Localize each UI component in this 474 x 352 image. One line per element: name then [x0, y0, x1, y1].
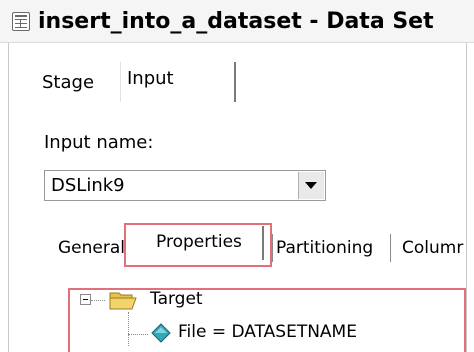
tab-input[interactable]: Input: [120, 62, 236, 102]
sub-tabs: General Properties Partitioning Columr: [0, 220, 474, 270]
window-right-border: [466, 0, 467, 352]
tree-connector: [128, 334, 148, 335]
tab-input-label: Input: [127, 68, 174, 89]
tab-divider: [272, 234, 273, 262]
tree-node-target[interactable]: Target: [150, 289, 203, 309]
tree-node-file[interactable]: File = DATASETNAME: [178, 322, 357, 342]
chevron-down-icon: [305, 182, 317, 189]
tree-connector: [91, 300, 105, 301]
input-name-value: DSLink9: [51, 175, 125, 196]
property-diamond-icon: [151, 323, 171, 343]
tab-partitioning[interactable]: Partitioning: [276, 238, 373, 258]
dropdown-button[interactable]: [298, 172, 324, 199]
folder-open-icon: [109, 292, 137, 310]
window-left-border: [8, 0, 9, 352]
tree-connector: [128, 312, 129, 346]
dataset-stage-icon: [12, 11, 30, 31]
tab-divider: [390, 234, 391, 262]
input-name-label: Input name:: [44, 132, 154, 153]
collapse-icon[interactable]: [80, 294, 91, 305]
input-name-select[interactable]: DSLink9: [44, 170, 326, 201]
tab-properties-edge: [262, 226, 264, 260]
tab-properties[interactable]: Properties: [156, 232, 242, 252]
tab-columns[interactable]: Columr: [402, 238, 463, 258]
tab-stage[interactable]: Stage: [42, 72, 94, 93]
title-bar[interactable]: insert_into_a_dataset - Data Set: [0, 0, 474, 43]
tab-general[interactable]: General: [58, 238, 125, 258]
window-title: insert_into_a_dataset - Data Set: [38, 8, 434, 34]
